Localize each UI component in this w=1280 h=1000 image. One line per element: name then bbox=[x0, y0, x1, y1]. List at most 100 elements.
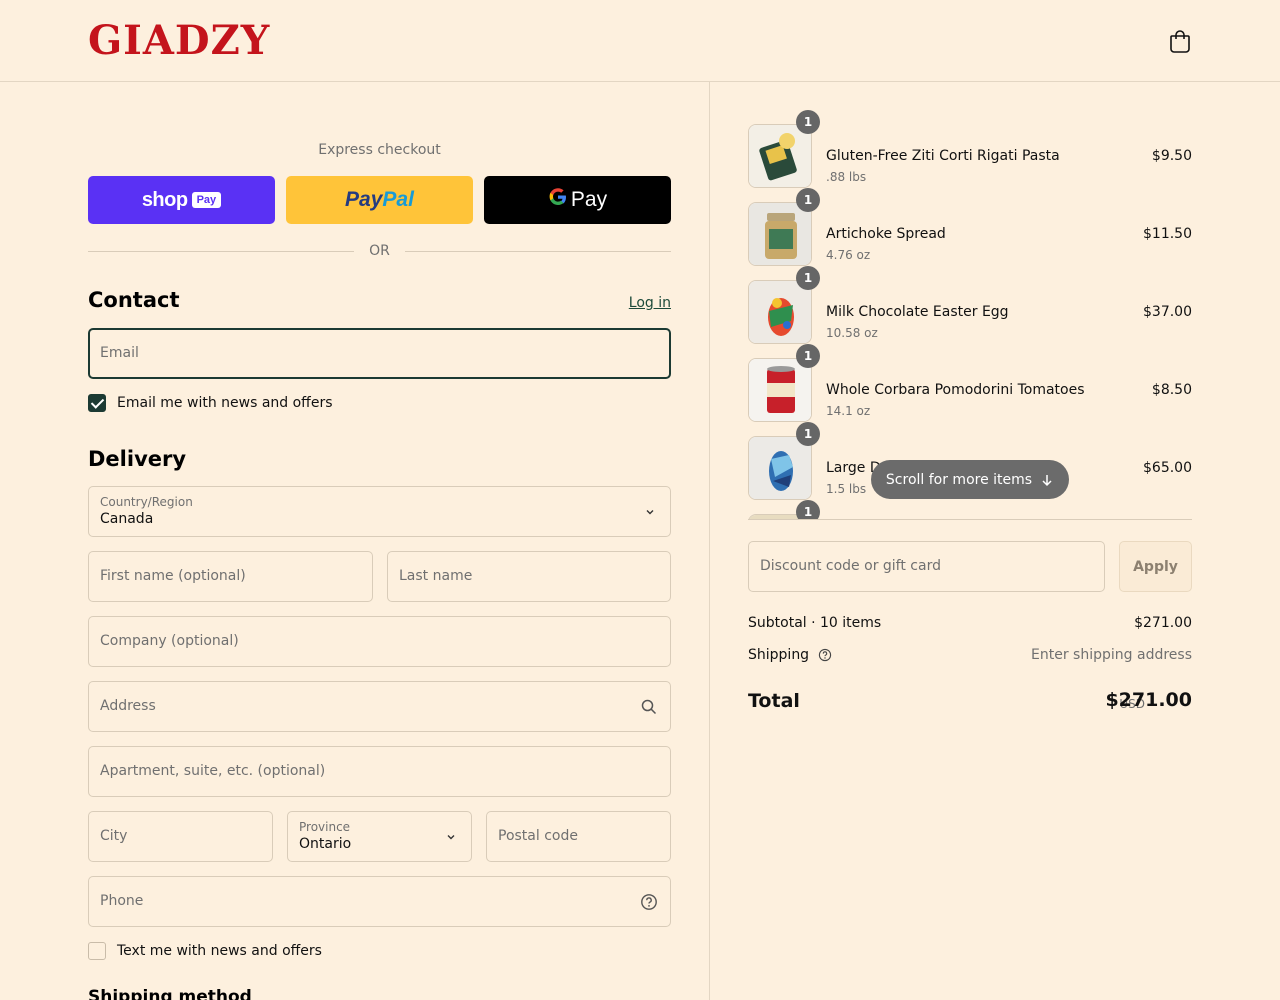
cart-item: 1 Milk Chocolate Easter Egg 10.58 oz $37… bbox=[748, 266, 1192, 344]
quantity-badge: 1 bbox=[796, 266, 820, 290]
login-link[interactable]: Log in bbox=[629, 295, 671, 311]
postal-code-field[interactable]: Postal code bbox=[486, 811, 671, 862]
total-value: $271.00 bbox=[1105, 689, 1192, 711]
last-name-field[interactable]: Last name bbox=[387, 551, 671, 602]
shop-pay-pill: Pay bbox=[191, 192, 222, 208]
express-checkout-title: Express checkout bbox=[318, 142, 441, 158]
phone-placeholder: Phone bbox=[100, 893, 144, 909]
product-thumbnail bbox=[748, 436, 812, 500]
cart-item: 1 bbox=[748, 500, 1192, 519]
item-price: $8.50 bbox=[1151, 382, 1192, 398]
discount-code-field[interactable]: Discount code or gift card bbox=[748, 541, 1105, 592]
apartment-field[interactable]: Apartment, suite, etc. (optional) bbox=[88, 746, 671, 797]
shipping-method-title: Shipping method bbox=[88, 987, 252, 1000]
scroll-for-more-button[interactable]: Scroll for more items bbox=[871, 460, 1069, 499]
item-name: Milk Chocolate Easter Egg bbox=[826, 304, 1009, 320]
quantity-badge: 1 bbox=[796, 500, 820, 519]
shop-pay-word: shop bbox=[141, 188, 188, 211]
product-thumbnail bbox=[748, 202, 812, 266]
item-price: $11.50 bbox=[1143, 226, 1192, 242]
quantity-badge: 1 bbox=[796, 110, 820, 134]
item-variant: .88 lbs bbox=[826, 170, 867, 184]
email-placeholder: Email bbox=[100, 345, 139, 361]
item-variant: 1.5 lbs bbox=[826, 482, 867, 496]
giadzy-logo[interactable]: GIADZY bbox=[88, 20, 270, 62]
sms-news-checkbox[interactable] bbox=[88, 942, 106, 960]
total-label: Total bbox=[748, 690, 800, 712]
item-variant: 14.1 oz bbox=[826, 404, 871, 418]
item-variant: 10.58 oz bbox=[826, 326, 878, 340]
help-circle-icon[interactable] bbox=[818, 648, 832, 662]
product-thumbnail bbox=[748, 280, 812, 344]
email-news-checkbox-row[interactable]: Email me with news and offers bbox=[88, 394, 333, 412]
cart-item: 1 Whole Corbara Pomodorini Tomatoes 14.1… bbox=[748, 344, 1192, 422]
paypal-button[interactable]: PayPal bbox=[286, 176, 473, 224]
quantity-badge: 1 bbox=[796, 188, 820, 212]
last-name-placeholder: Last name bbox=[399, 568, 473, 584]
search-icon bbox=[641, 699, 657, 715]
item-variant: 4.76 oz bbox=[826, 248, 871, 262]
google-g-icon bbox=[548, 187, 568, 213]
paypal-pal-text: Pal bbox=[382, 188, 414, 211]
column-divider bbox=[709, 82, 710, 1000]
quantity-badge: 1 bbox=[796, 422, 820, 446]
item-name: Gluten-Free Ziti Corti Rigati Pasta bbox=[826, 148, 1060, 164]
chevron-down-icon bbox=[447, 835, 455, 840]
shop-pay-button[interactable]: shop Pay bbox=[88, 176, 275, 224]
country-select[interactable]: Country/Region Canada bbox=[88, 486, 671, 537]
phone-field[interactable]: Phone bbox=[88, 876, 671, 927]
google-pay-word: Pay bbox=[570, 188, 608, 211]
product-thumbnail bbox=[748, 124, 812, 188]
quantity-badge: 1 bbox=[796, 344, 820, 368]
address-field[interactable]: Address bbox=[88, 681, 671, 732]
help-circle-icon[interactable] bbox=[640, 893, 658, 911]
scroll-hint-label: Scroll for more items bbox=[885, 471, 1033, 488]
product-thumbnail bbox=[748, 358, 812, 422]
arrow-down-icon bbox=[1042, 474, 1052, 486]
item-price: $65.00 bbox=[1143, 460, 1192, 476]
cart-item: 1 Artichoke Spread 4.76 oz $11.50 bbox=[748, 188, 1192, 266]
subtotal-row: Subtotal · 10 items $271.00 bbox=[748, 615, 1192, 631]
email-field[interactable]: Email bbox=[88, 328, 671, 379]
site-header: GIADZY bbox=[0, 0, 1280, 82]
google-pay-button[interactable]: Pay bbox=[484, 176, 671, 224]
item-price: $9.50 bbox=[1151, 148, 1192, 164]
sms-news-label: Text me with news and offers bbox=[117, 943, 322, 959]
shipping-label: Shipping bbox=[748, 647, 810, 663]
paypal-logo: PayPal bbox=[345, 188, 414, 212]
cart-items-list[interactable]: 1 Gluten-Free Ziti Corti Rigati Pasta .8… bbox=[748, 110, 1192, 520]
contact-title: Contact bbox=[88, 288, 180, 312]
shipping-value: Enter shipping address bbox=[1031, 647, 1192, 663]
email-news-label: Email me with news and offers bbox=[117, 395, 333, 411]
address-placeholder: Address bbox=[100, 698, 156, 714]
apartment-placeholder: Apartment, suite, etc. (optional) bbox=[100, 763, 326, 779]
delivery-title: Delivery bbox=[88, 447, 187, 471]
country-label: Country/Region bbox=[100, 495, 193, 509]
paypal-pay-text: Pay bbox=[345, 188, 383, 211]
or-divider: OR bbox=[88, 240, 671, 262]
sms-news-checkbox-row[interactable]: Text me with news and offers bbox=[88, 942, 322, 960]
first-name-placeholder: First name (optional) bbox=[100, 568, 246, 584]
postal-code-placeholder: Postal code bbox=[498, 828, 578, 844]
company-field[interactable]: Company (optional) bbox=[88, 616, 671, 667]
item-price: $37.00 bbox=[1143, 304, 1192, 320]
province-value: Ontario bbox=[299, 836, 352, 852]
discount-placeholder: Discount code or gift card bbox=[760, 558, 941, 574]
subtotal-label: Subtotal · 10 items bbox=[748, 615, 882, 631]
province-label: Province bbox=[299, 820, 351, 834]
city-field[interactable]: City bbox=[88, 811, 273, 862]
email-news-checkbox[interactable] bbox=[88, 394, 106, 412]
or-line-right bbox=[405, 251, 671, 252]
first-name-field[interactable]: First name (optional) bbox=[88, 551, 373, 602]
subtotal-value: $271.00 bbox=[1134, 615, 1192, 631]
item-name: Artichoke Spread bbox=[826, 226, 946, 242]
apply-button[interactable]: Apply bbox=[1119, 541, 1192, 592]
item-name: Whole Corbara Pomodorini Tomatoes bbox=[826, 382, 1085, 398]
chevron-down-icon bbox=[646, 510, 654, 515]
country-value: Canada bbox=[100, 511, 154, 527]
cart-item: 1 Gluten-Free Ziti Corti Rigati Pasta .8… bbox=[748, 110, 1192, 188]
shopping-bag-icon[interactable] bbox=[1169, 29, 1191, 53]
province-select[interactable]: Province Ontario bbox=[287, 811, 472, 862]
shipping-row: Shipping Enter shipping address bbox=[748, 647, 1192, 663]
city-placeholder: City bbox=[100, 828, 128, 844]
